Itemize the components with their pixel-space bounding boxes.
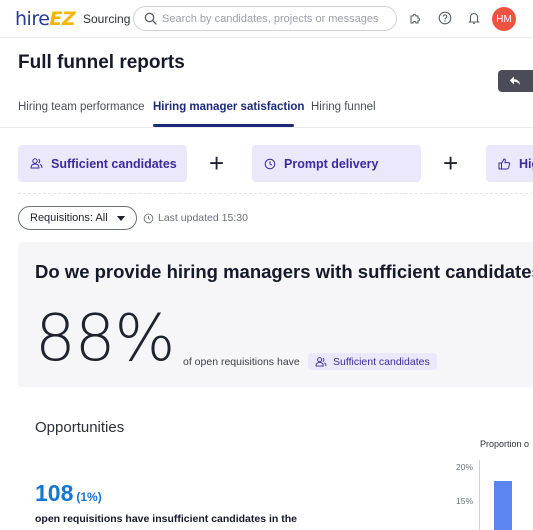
caret-down-icon [117,216,125,221]
plus-icon: + [209,148,225,178]
chip-prompt-delivery[interactable]: Prompt delivery [252,145,421,182]
page-title: Full funnel reports [18,52,185,73]
hireez-logo[interactable]: hireEZ [15,8,76,30]
y-tick-label: 15% [455,496,473,506]
clock-icon [264,158,276,169]
chart-y-axis [479,460,480,530]
user-avatar[interactable]: HM [492,7,516,31]
tab-hiring-team-performance[interactable]: Hiring team performance [18,101,145,113]
chip-high-satisfaction[interactable]: Hig [486,145,533,182]
top-navigation-bar: hireEZ Sourcing HM [0,0,533,38]
search-icon [144,12,157,25]
chip-label: Prompt delivery [284,156,379,171]
tab-hiring-manager-satisfaction[interactable]: Hiring manager satisfaction [153,101,304,113]
puzzle-icon[interactable] [407,10,423,26]
y-tick-label: 20% [455,462,473,472]
opportunities-count: 108 (1%) [35,480,102,507]
report-tabs: Hiring team performance Hiring manager s… [0,96,533,128]
reply-arrow-icon [509,76,521,86]
sufficient-candidates-tag: Sufficient candidates [308,353,437,370]
divider [18,193,533,194]
chart-bar [494,480,512,530]
active-tab-indicator [153,124,294,127]
requisitions-filter-dropdown[interactable]: Requisitions: All [18,206,137,230]
people-icon [315,356,327,367]
card-question: Do we provide hiring managers with suffi… [35,261,533,282]
search-box[interactable] [133,6,397,31]
opportunities-share: (1%) [76,490,102,504]
logo-text-hire: hire [15,8,50,30]
requisitions-filter-label: Requisitions: All [30,212,108,224]
opportunities-count-value: 108 [35,480,74,506]
chart-title: Proportion o [480,439,530,449]
last-updated-text: Last updated 15:30 [158,212,248,224]
chip-label: Hig [519,156,533,171]
clock-icon [143,213,154,223]
tag-label: Sufficient candidates [333,355,430,368]
card-percentage: 88% [35,302,175,376]
back-button[interactable] [498,70,533,92]
help-icon[interactable] [437,10,453,26]
nav-link-sourcing[interactable]: Sourcing [83,12,130,26]
thumbs-up-icon [498,157,511,169]
card-description: of open requisitions have [183,356,300,368]
search-input[interactable] [162,10,390,27]
chip-label: Sufficient candidates [51,156,177,171]
question-card: Do we provide hiring managers with suffi… [18,242,533,387]
bell-icon[interactable] [466,10,482,26]
tab-hiring-funnel[interactable]: Hiring funnel [311,101,376,113]
chip-sufficient-candidates[interactable]: Sufficient candidates [18,145,187,182]
people-icon [30,158,43,169]
opportunities-description: open requisitions have insufficient cand… [35,513,297,525]
logo-text-ez: EZ [49,8,76,30]
last-updated: Last updated 15:30 [143,212,248,224]
plus-icon: + [443,148,459,178]
opportunities-title: Opportunities [35,419,125,436]
